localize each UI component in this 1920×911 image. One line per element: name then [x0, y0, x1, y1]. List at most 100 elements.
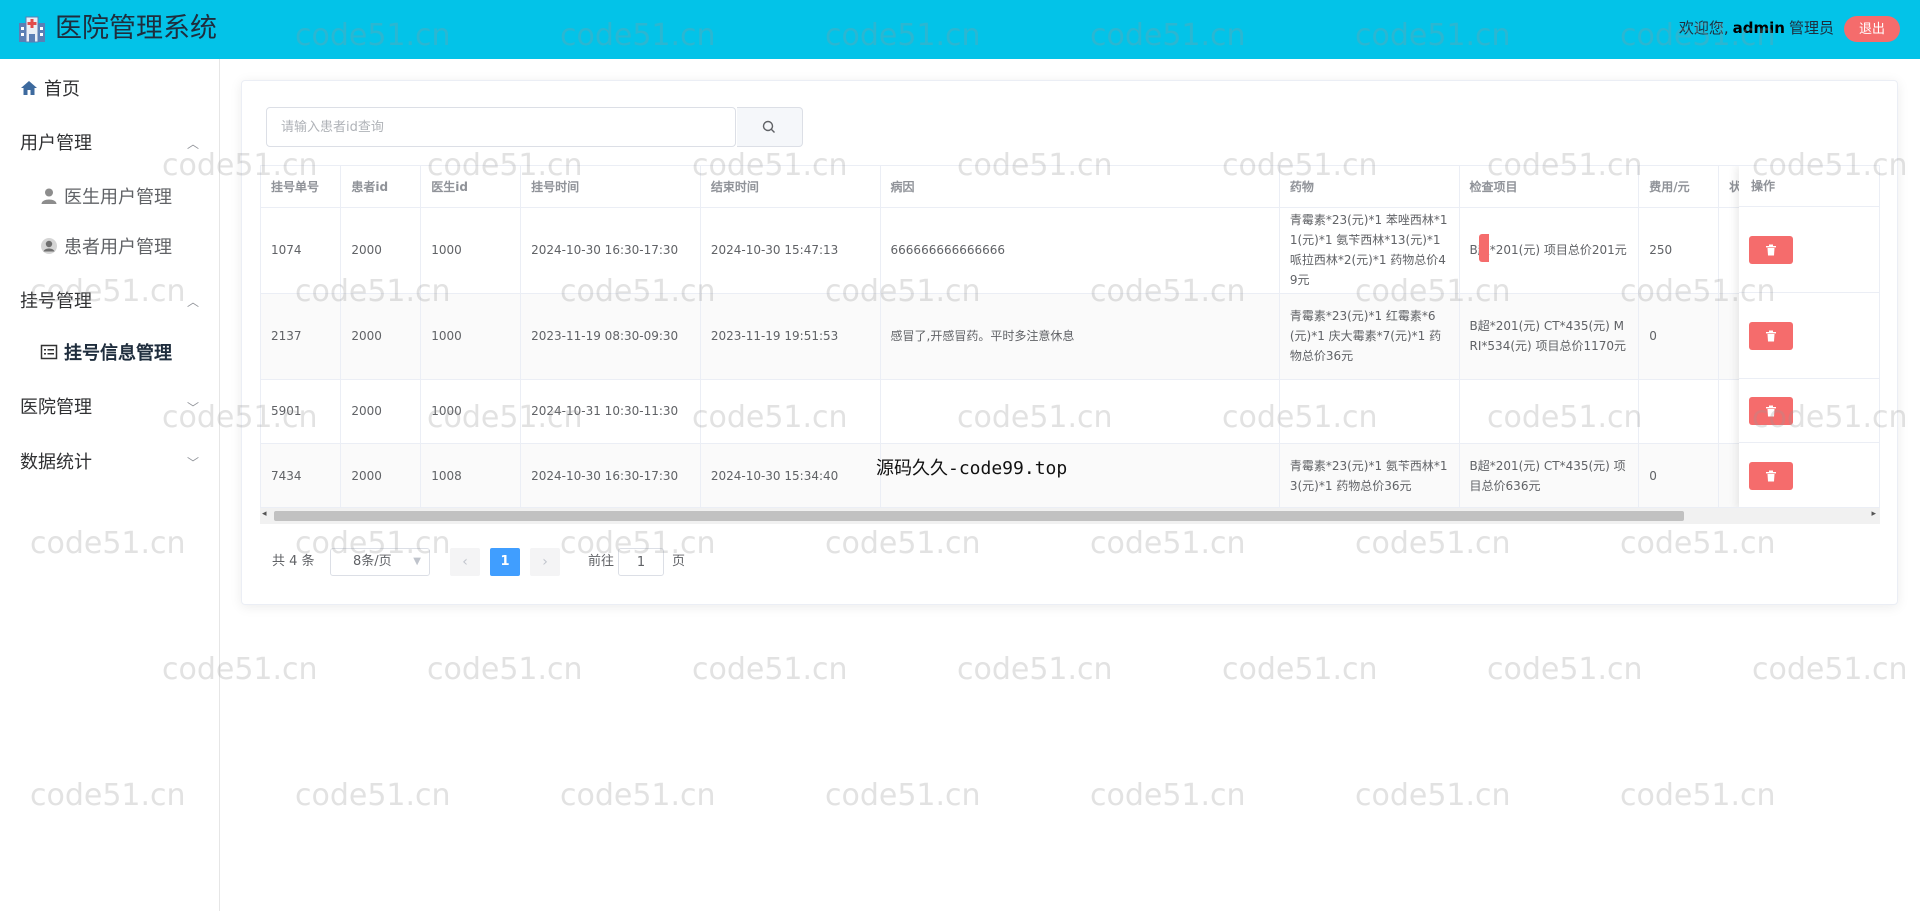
column-header[interactable]: 结束时间 [700, 166, 881, 208]
table-row[interactable]: 1074 2000 1000 2024-10-30 16:30-17:30 20… [261, 207, 1879, 294]
sidebar-group-registration[interactable]: 挂号管理 ︿ [0, 277, 219, 327]
sidebar-menu: 首页 用户管理 ︿ 医生用户管理 患者用户管理 挂号管理 ︿ 挂号信息管理 医院管理… [0, 59, 220, 911]
watermark-text: code51.cn [1752, 652, 1908, 687]
sidebar-group-hospital[interactable]: 医院管理 ﹀ [0, 383, 219, 433]
cell-cause [880, 379, 1280, 444]
app-title: 医院管理系统 [55, 13, 217, 44]
trash-icon [1766, 405, 1776, 417]
sidebar-item-doctor-users[interactable]: 医生用户管理 [0, 173, 219, 223]
cell-registration-id: 5901 [261, 379, 342, 444]
cell-fee: 0 [1638, 293, 1720, 380]
goto-label: 前往 [588, 554, 615, 569]
watermark-text: code51.cn [692, 652, 848, 687]
trash-icon [1766, 470, 1776, 482]
delete-button[interactable] [1749, 397, 1793, 425]
chevron-down-icon: ﹀ [186, 401, 199, 415]
column-header[interactable]: 病因 [880, 166, 1280, 208]
table-header-row: 挂号单号 患者id 医生id 挂号时间 结束时间 病因 药物 检查项目 费用/元… [261, 166, 1879, 208]
prev-page-button[interactable]: ‹ [450, 548, 480, 576]
sidebar-item-label: 挂号信息管理 [64, 343, 172, 364]
operation-cell [1739, 379, 1879, 443]
watermark-text: code51.cn [1487, 652, 1643, 687]
search-box [266, 107, 737, 147]
column-header[interactable]: 医生id [420, 166, 522, 208]
cell-fee: 0 [1638, 443, 1720, 507]
sidebar-item-home[interactable]: 首页 [0, 65, 219, 115]
sidebar-group-label: 数据统计 [20, 452, 92, 473]
scrollbar-thumb[interactable] [274, 511, 1684, 521]
next-page-button[interactable]: › [530, 548, 560, 576]
chevron-left-icon: ‹ [462, 554, 468, 570]
watermark-text: code51.cn [1355, 778, 1511, 813]
cell-cause [880, 443, 1280, 507]
cell-registration-id: 7434 [261, 443, 342, 507]
cell-cause: 感冒了,开感冒药。平时多注意休息 [880, 293, 1280, 380]
search-input[interactable] [267, 108, 737, 146]
operation-cell [1739, 293, 1879, 379]
cell-end-time [700, 379, 881, 444]
column-header[interactable]: 患者id [340, 166, 422, 208]
operation-cell [1739, 207, 1879, 293]
hospital-logo-icon [19, 16, 45, 43]
user-icon [41, 188, 57, 204]
horizontal-scrollbar[interactable]: ◂ ▸ [260, 508, 1880, 524]
sidebar-group-statistics[interactable]: 数据统计 ﹀ [0, 438, 219, 488]
sidebar-group-user-management[interactable]: 用户管理 ︿ [0, 119, 219, 169]
page-size-value: 8条/页 [353, 554, 392, 569]
sidebar-group-label: 医院管理 [20, 397, 92, 418]
column-header[interactable]: 挂号单号 [261, 166, 342, 208]
table-row[interactable]: 7434 2000 1008 2024-10-30 16:30-17:30 20… [261, 443, 1879, 507]
chevron-up-icon: ︿ [186, 137, 199, 151]
chevron-down-icon: ▼ [413, 556, 421, 567]
welcome-text: 欢迎您, admin 管理员 [1679, 18, 1834, 38]
operation-column: 操作 [1739, 166, 1879, 507]
column-header[interactable]: 药物 [1279, 166, 1460, 208]
cell-end-time: 2024-10-30 15:34:40 [700, 443, 881, 507]
cell-drugs: 青霉素*23(元)*1 红霉素*6(元)*1 庆大霉素*7(元)*1 药物总价3… [1279, 293, 1460, 380]
trash-icon [1766, 330, 1776, 342]
top-header: 医院管理系统 欢迎您, admin 管理员 退出 [0, 0, 1920, 59]
sidebar-item-patient-users[interactable]: 患者用户管理 [0, 223, 219, 273]
cell-fee [1638, 379, 1720, 444]
cell-patient-id: 2000 [340, 293, 422, 380]
scroll-left-icon[interactable]: ◂ [262, 509, 267, 519]
cell-drugs: 青霉素*23(元)*1 氨苄西林*13(元)*1 药物总价36元 [1279, 443, 1460, 507]
watermark-text: code51.cn [957, 652, 1113, 687]
sidebar-item-label: 首页 [44, 79, 80, 100]
table-row[interactable]: 5901 2000 1000 2024-10-31 10:30-11:30 [261, 379, 1879, 444]
scroll-right-icon[interactable]: ▸ [1871, 509, 1876, 519]
watermark-text: code51.cn [427, 652, 583, 687]
cell-registration-time: 2023-11-19 08:30-09:30 [520, 293, 701, 380]
sidebar-group-label: 挂号管理 [20, 291, 92, 312]
cell-registration-id: 1074 [261, 207, 342, 294]
delete-button[interactable] [1749, 236, 1793, 264]
logout-button[interactable]: 退出 [1844, 16, 1900, 42]
watermark-text: code51.cn [1090, 778, 1246, 813]
watermark-text: code51.cn [560, 778, 716, 813]
column-header[interactable]: 挂号时间 [520, 166, 701, 208]
watermark-text: code51.cn [295, 778, 451, 813]
sidebar-item-registration-info[interactable]: 挂号信息管理 [0, 329, 219, 379]
cell-doctor-id: 1000 [420, 293, 522, 380]
chevron-up-icon: ︿ [186, 295, 199, 309]
column-header[interactable]: 检查项目 [1459, 166, 1640, 208]
search-button[interactable] [737, 107, 803, 147]
page-number-current[interactable]: 1 [490, 548, 520, 576]
welcome-prefix: 欢迎您, [1678, 19, 1729, 37]
cell-patient-id: 2000 [340, 443, 422, 507]
page-size-select[interactable]: 8条/页 ▼ [330, 548, 430, 576]
chevron-right-icon: › [542, 554, 548, 570]
column-header[interactable]: 费用/元 [1638, 166, 1720, 208]
pagination-total: 共 4 条 [272, 554, 315, 569]
goto-page-input[interactable] [618, 548, 664, 576]
search-icon [762, 120, 775, 133]
cell-drugs [1279, 379, 1460, 444]
hidden-edit-button-edge[interactable] [1479, 234, 1489, 262]
cell-registration-time: 2024-10-31 10:30-11:30 [520, 379, 701, 444]
home-icon [21, 81, 37, 95]
cell-exams [1459, 379, 1640, 444]
delete-button[interactable] [1749, 322, 1793, 350]
delete-button[interactable] [1749, 462, 1793, 490]
table-row[interactable]: 2137 2000 1000 2023-11-19 08:30-09:30 20… [261, 293, 1879, 380]
cell-exams: B超*201(元) CT*435(元) MRI*534(元) 项目总价1170元 [1459, 293, 1640, 380]
